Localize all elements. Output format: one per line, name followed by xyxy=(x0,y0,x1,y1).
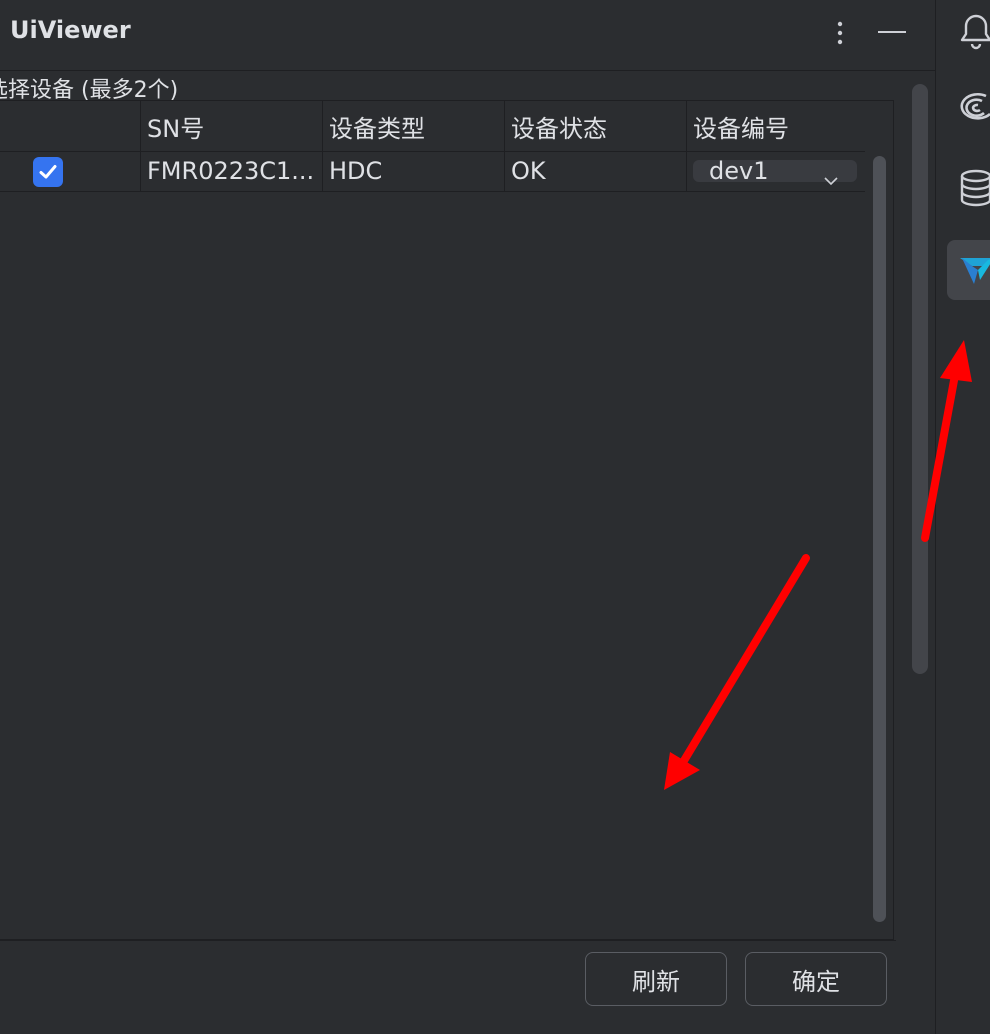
minimize-icon[interactable] xyxy=(876,20,908,44)
chevron-down-icon xyxy=(823,165,839,186)
device-table: SN号 设备类型 设备状态 设备编号 FMR0223C1... HDC OK d… xyxy=(0,100,894,940)
column-header-sn[interactable]: SN号 xyxy=(141,101,323,151)
refresh-button[interactable]: 刷新 xyxy=(585,952,727,1006)
select-cell xyxy=(0,151,141,191)
device-number-dropdown[interactable]: dev1 xyxy=(693,157,857,186)
table-header: SN号 设备类型 设备状态 设备编号 xyxy=(0,101,865,152)
panel-titlebar: UiViewer xyxy=(0,0,935,71)
table-scrollbar[interactable] xyxy=(870,156,890,922)
column-header-select[interactable] xyxy=(0,101,141,151)
column-header-device-type[interactable]: 设备类型 xyxy=(323,101,505,151)
device-checkbox[interactable] xyxy=(33,157,63,187)
panel-scrollbar-thumb[interactable] xyxy=(912,84,928,674)
device-number-cell: dev1 xyxy=(687,151,865,191)
confirm-button[interactable]: 确定 xyxy=(745,952,887,1006)
table-row[interactable]: FMR0223C1... HDC OK dev1 xyxy=(0,151,865,192)
table-scrollbar-thumb[interactable] xyxy=(873,156,886,922)
more-vertical-icon[interactable] xyxy=(828,18,852,48)
panel-title: UiViewer xyxy=(10,16,131,44)
uiviewer-logo-icon[interactable] xyxy=(958,250,990,290)
checkmark-icon xyxy=(39,165,57,179)
bell-icon[interactable] xyxy=(956,10,990,50)
sn-cell: FMR0223C1... xyxy=(141,151,323,191)
uiviewer-panel: UiViewer 选择设备 (最多2个) SN号 设备类型 设备状态 设备编号 xyxy=(0,0,935,1034)
right-tool-window-bar xyxy=(935,0,990,1034)
device-type-cell: HDC xyxy=(323,151,505,191)
swirl-icon[interactable] xyxy=(956,88,990,128)
device-status-cell: OK xyxy=(505,151,687,191)
device-number-value: dev1 xyxy=(709,157,769,185)
footer-divider xyxy=(0,940,896,941)
column-header-device-number[interactable]: 设备编号 xyxy=(687,101,865,151)
database-icon[interactable] xyxy=(956,168,990,208)
column-header-device-status[interactable]: 设备状态 xyxy=(505,101,687,151)
